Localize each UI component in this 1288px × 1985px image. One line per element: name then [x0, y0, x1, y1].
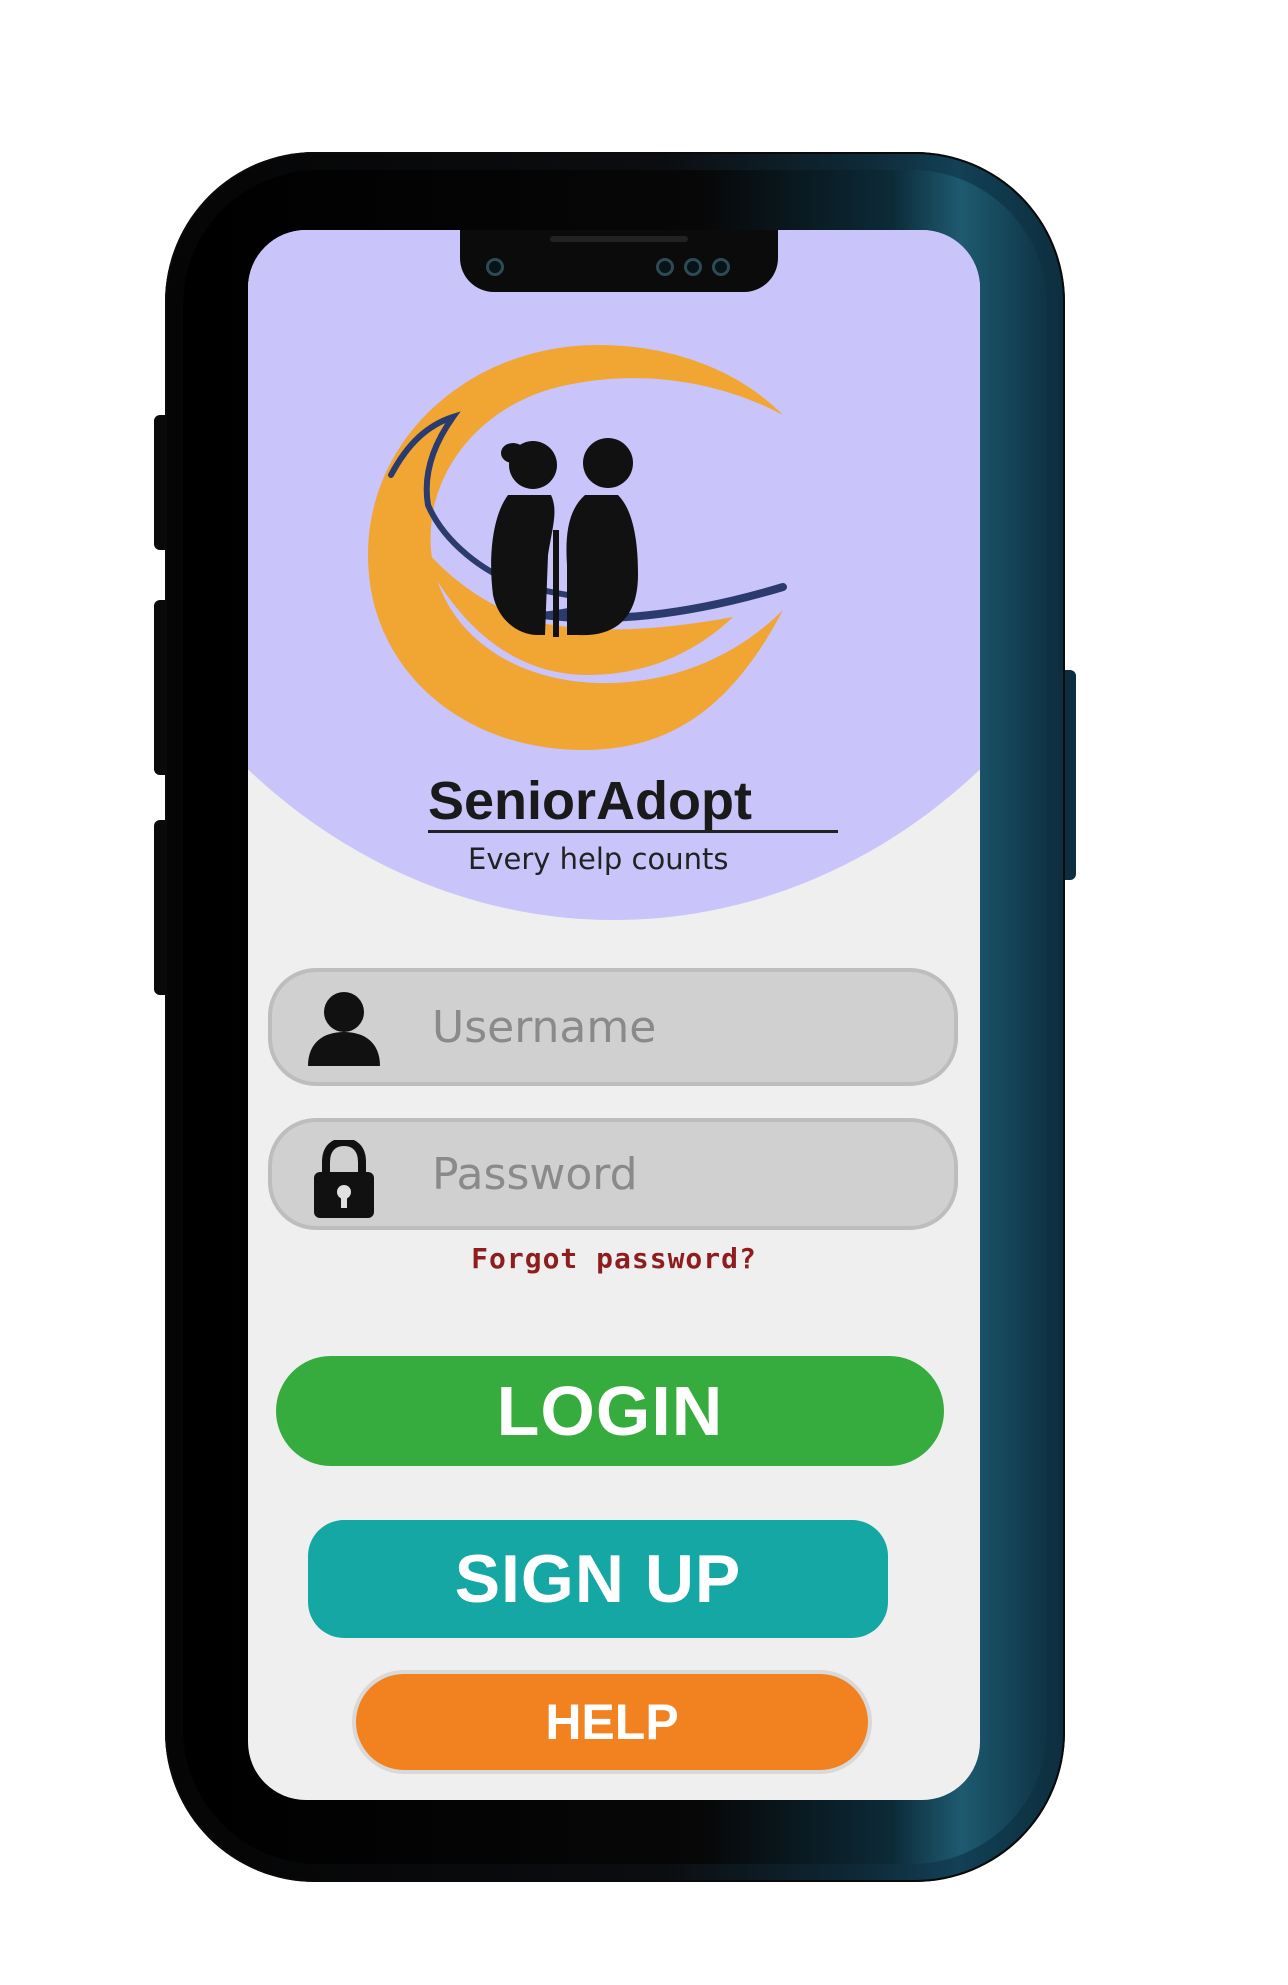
password-input[interactable] — [432, 1122, 932, 1226]
username-input[interactable] — [432, 972, 932, 1082]
help-button[interactable]: HELP — [352, 1670, 872, 1774]
password-field[interactable] — [268, 1118, 958, 1230]
login-button[interactable]: LOGIN — [276, 1356, 944, 1466]
sensor-icon — [656, 258, 674, 276]
app-tagline: Every help counts — [468, 842, 729, 876]
app-name: SeniorAdopt — [428, 771, 752, 831]
signup-button[interactable]: SIGN UP — [308, 1520, 888, 1638]
sensor-icon — [712, 258, 730, 276]
front-camera-icon — [486, 258, 504, 276]
speaker-grille — [550, 236, 688, 242]
login-screen: SeniorAdopt Every help counts Forgot pas… — [248, 230, 980, 1800]
senior-couple-hand-logo-icon — [368, 345, 787, 750]
username-field[interactable] — [268, 968, 958, 1086]
user-icon — [308, 992, 380, 1066]
lock-icon — [314, 1140, 374, 1218]
forgot-password-link[interactable]: Forgot password? — [248, 1242, 980, 1275]
app-name-underline — [428, 830, 838, 833]
phone-notch — [460, 230, 778, 292]
sensor-icon — [684, 258, 702, 276]
